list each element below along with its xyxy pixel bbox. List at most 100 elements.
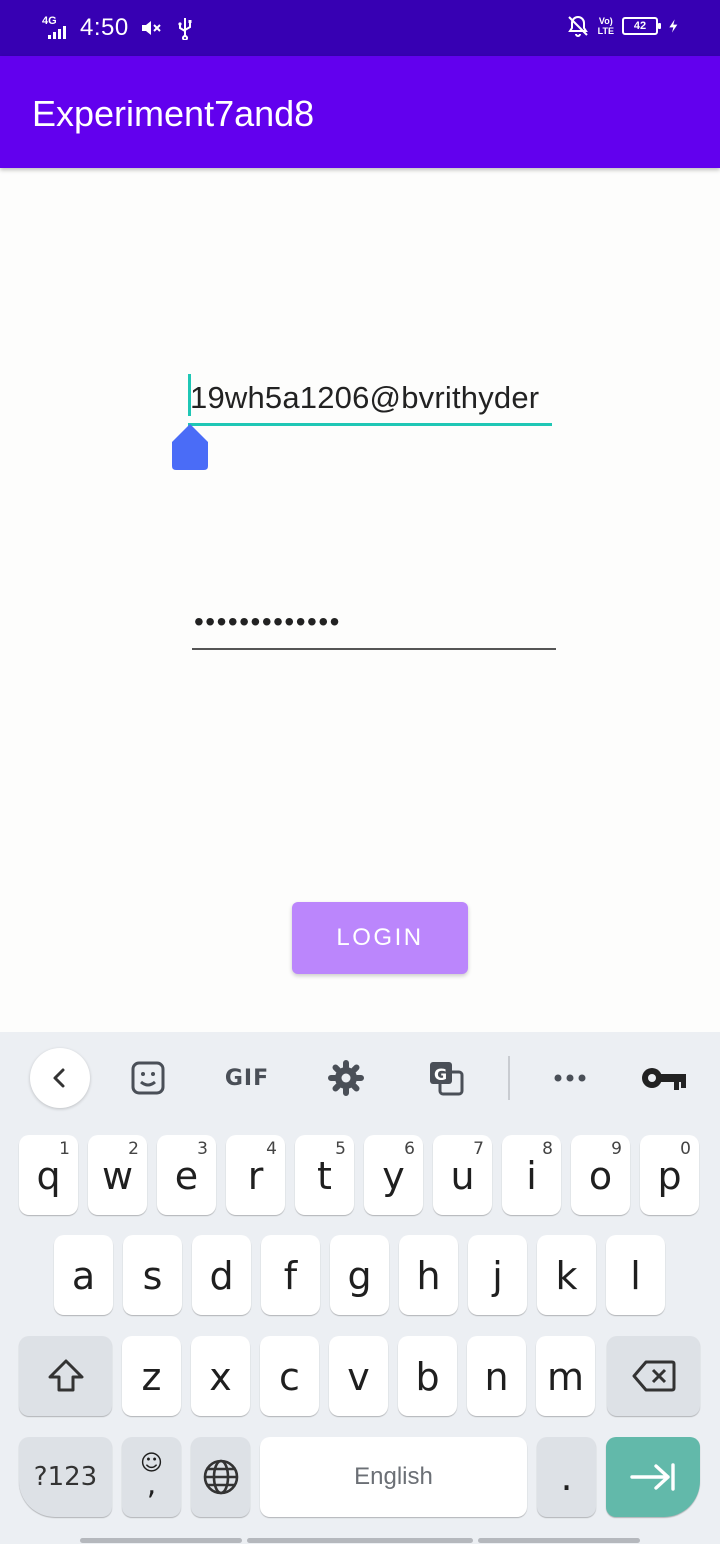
key-n[interactable]: n xyxy=(467,1336,526,1416)
key-z[interactable]: z xyxy=(122,1336,181,1416)
usb-icon xyxy=(178,18,192,40)
globe-icon xyxy=(203,1459,238,1495)
key-label: o xyxy=(588,1154,613,1198)
key-label: r xyxy=(247,1154,264,1198)
translate-icon: G xyxy=(430,1062,464,1096)
key-f[interactable]: f xyxy=(261,1235,320,1315)
key-hint: 4 xyxy=(266,1139,277,1159)
gesture-navigation-bar xyxy=(0,1536,720,1544)
key-r[interactable]: r4 xyxy=(226,1135,285,1215)
language-key[interactable] xyxy=(191,1437,250,1517)
more-horizontal-icon xyxy=(554,1074,586,1082)
notifications-off-icon xyxy=(567,15,588,37)
key-hint: 6 xyxy=(404,1139,415,1159)
key-label: x xyxy=(209,1355,232,1399)
tab-next-icon xyxy=(630,1463,675,1491)
key-label: a xyxy=(71,1254,96,1298)
emoji-comma-key[interactable]: ☺ , xyxy=(122,1437,181,1517)
key-label: z xyxy=(141,1355,162,1399)
key-g[interactable]: g xyxy=(330,1235,389,1315)
status-bar: 4G 4:50 Vo) LTE 42 xyxy=(0,0,720,56)
key-s[interactable]: s xyxy=(123,1235,182,1315)
period-key[interactable]: . xyxy=(537,1437,596,1517)
key-w[interactable]: w2 xyxy=(88,1135,147,1215)
key-m[interactable]: m xyxy=(536,1336,595,1416)
sticker-icon xyxy=(131,1061,165,1095)
battery-level: 42 xyxy=(633,20,647,32)
svg-text:G: G xyxy=(434,1065,447,1084)
status-bar-right: Vo) LTE 42 xyxy=(566,14,682,38)
toolbar-divider xyxy=(508,1056,510,1100)
translate-button[interactable]: G xyxy=(428,1060,464,1096)
key-label: p xyxy=(657,1154,682,1198)
app-title: Experiment7and8 xyxy=(32,93,315,134)
sticker-button[interactable] xyxy=(130,1060,166,1096)
key-label: d xyxy=(209,1254,234,1298)
key-hint: 2 xyxy=(128,1139,139,1159)
key-hint: 8 xyxy=(542,1139,553,1159)
key-u[interactable]: u7 xyxy=(433,1135,492,1215)
email-value: 19wh5a1206@bvrithyder xyxy=(190,380,540,415)
keyboard-back-button[interactable] xyxy=(30,1048,90,1108)
chevron-left-icon xyxy=(53,1068,65,1088)
text-selection-handle[interactable] xyxy=(172,424,208,470)
key-label: m xyxy=(546,1355,585,1399)
more-options-button[interactable] xyxy=(552,1060,588,1096)
volte-icon: Vo) LTE xyxy=(597,16,614,36)
key-a[interactable]: a xyxy=(54,1235,113,1315)
app-bar: Experiment7and8 xyxy=(0,56,720,168)
key-o[interactable]: o9 xyxy=(571,1135,630,1215)
keyboard-settings-button[interactable] xyxy=(328,1060,364,1096)
gif-button[interactable]: GIF xyxy=(222,1060,272,1096)
gif-label: GIF xyxy=(224,1065,270,1091)
key-label: f xyxy=(283,1254,298,1298)
key-l[interactable]: l xyxy=(606,1235,665,1315)
symbols-label: ?123 xyxy=(33,1462,98,1492)
key-hint: 9 xyxy=(611,1139,622,1159)
key-k[interactable]: k xyxy=(537,1235,596,1315)
backspace-key[interactable] xyxy=(607,1336,700,1416)
signal-icon: 4G xyxy=(40,15,70,41)
charging-icon xyxy=(669,19,678,33)
key-d[interactable]: d xyxy=(192,1235,251,1315)
key-h[interactable]: h xyxy=(399,1235,458,1315)
key-y[interactable]: y6 xyxy=(364,1135,423,1215)
backspace-icon xyxy=(632,1360,675,1392)
key-t[interactable]: t5 xyxy=(295,1135,354,1215)
key-hint: 3 xyxy=(197,1139,208,1159)
key-hint: 5 xyxy=(335,1139,346,1159)
shift-key[interactable] xyxy=(19,1336,112,1416)
key-hint: 0 xyxy=(680,1139,691,1159)
key-hint: 1 xyxy=(59,1139,70,1159)
gear-icon xyxy=(328,1060,364,1096)
key-label: v xyxy=(347,1355,370,1399)
key-label: i xyxy=(526,1154,537,1198)
login-button[interactable]: LOGIN xyxy=(292,902,468,974)
key-label: g xyxy=(347,1254,372,1298)
key-c[interactable]: c xyxy=(260,1336,319,1416)
enter-key[interactable] xyxy=(606,1437,700,1517)
key-label: h xyxy=(416,1254,441,1298)
space-key[interactable]: English xyxy=(260,1437,527,1517)
space-label: English xyxy=(354,1463,433,1490)
key-label: l xyxy=(630,1254,641,1298)
key-x[interactable]: x xyxy=(191,1336,250,1416)
key-label: w xyxy=(101,1154,134,1198)
key-label: q xyxy=(36,1154,61,1198)
key-j[interactable]: j xyxy=(468,1235,527,1315)
key-p[interactable]: p0 xyxy=(640,1135,699,1215)
key-label: t xyxy=(317,1154,332,1198)
soft-keyboard: GIF G q 1 w 2 e 3 r 4 t 5 y 6 u 7 i 8 o … xyxy=(0,1032,720,1544)
key-v[interactable]: v xyxy=(329,1336,388,1416)
password-input[interactable]: ••••••••••••• xyxy=(192,604,556,650)
password-manager-button[interactable] xyxy=(640,1060,688,1096)
email-input[interactable]: 19wh5a1206@bvrithyder xyxy=(188,372,552,426)
key-label: n xyxy=(484,1355,509,1399)
key-label: c xyxy=(279,1355,300,1399)
key-q[interactable]: q1 xyxy=(19,1135,78,1215)
key-b[interactable]: b xyxy=(398,1336,457,1416)
key-e[interactable]: e3 xyxy=(157,1135,216,1215)
key-i[interactable]: i8 xyxy=(502,1135,561,1215)
symbols-key[interactable]: ?123 xyxy=(19,1437,112,1517)
shift-icon xyxy=(48,1359,83,1392)
